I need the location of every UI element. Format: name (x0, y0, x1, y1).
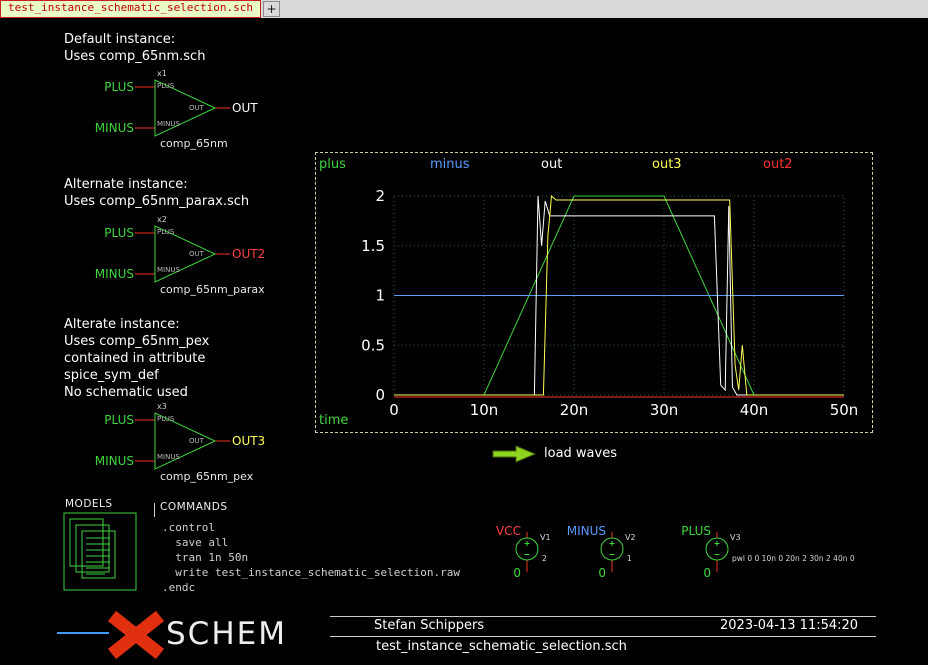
tab-label: test_instance_schematic_selection.sch (8, 1, 253, 14)
net-label-plus: PLUS (78, 226, 134, 240)
xschem-logo-text: SCHEM (166, 616, 287, 652)
net-label-out: OUT (232, 101, 258, 115)
note-line: Default instance: (64, 31, 205, 48)
filename-text: test_instance_schematic_selection.sch (376, 639, 627, 654)
legend-out3: out3 (652, 157, 682, 172)
legend-out2: out2 (763, 157, 793, 172)
pin-label-minus: MINUS (157, 453, 180, 461)
commands-label: COMMANDS (160, 501, 228, 513)
note-alternate-instance: Alternate instance: Uses comp_65nm_parax… (64, 176, 249, 210)
note-line: Uses comp_65nm_pex (64, 333, 209, 350)
net-label-gnd: 0 (497, 566, 521, 580)
pin-label-minus: MINUS (157, 266, 180, 274)
titleblock-line-bottom (330, 636, 876, 637)
net-label-out3: OUT3 (232, 434, 265, 448)
source-name: V2 (625, 533, 636, 542)
net-label-minus: MINUS (78, 454, 134, 468)
note-line: Uses comp_65nm_parax.sch (64, 193, 249, 210)
x-tick-label: 50n (830, 401, 859, 419)
symbol-name: comp_65nm_parax (160, 283, 265, 296)
net-label-gnd: 0 (687, 566, 711, 580)
comparator-x3[interactable]: PLUS MINUS OUT3 x3 PLUS MINUS OUT comp_6… (100, 401, 285, 486)
symbol-name: comp_65nm_pex (160, 470, 253, 483)
new-tab-button[interactable]: + (263, 1, 280, 17)
symbol-name: comp_65nm (160, 137, 228, 150)
net-label-plus: PLUS (78, 80, 134, 94)
note-line: contained in attribute (64, 350, 209, 367)
tab-schematic[interactable]: test_instance_schematic_selection.sch (0, 0, 261, 18)
models-label: MODELS (65, 498, 113, 510)
waveform-graph[interactable]: 0 10n 20n 30n 40n 50n 0 0.5 1 1.5 2 plus minus out out… (315, 152, 873, 433)
x-axis-label: time (319, 413, 348, 428)
datetime-text: 2023-04-13 11:54:20 (720, 618, 858, 633)
x-tick-label: 0 (389, 401, 399, 419)
arrow-icon (492, 444, 538, 464)
x-tick-label: 30n (650, 401, 679, 419)
note-default-instance: Default instance: Uses comp_65nm.sch (64, 31, 205, 65)
note-line: No schematic used (64, 384, 209, 401)
author-text: Stefan Schippers (374, 618, 484, 633)
titleblock-line-top (330, 616, 876, 617)
models-document-icon (63, 512, 139, 592)
load-waves-label: load waves (544, 446, 617, 461)
pin-label-out: OUT (189, 104, 204, 112)
legend-plus: plus (319, 157, 346, 172)
commands-block[interactable]: COMMANDS .control save all tran 1n 50n w… (150, 498, 510, 598)
y-tick-label: 1.5 (361, 237, 385, 255)
pin-label-minus: MINUS (157, 120, 180, 128)
net-label-vcc: VCC (463, 524, 521, 538)
spice-commands-text: .control save all tran 1n 50n write test… (162, 520, 460, 595)
comparator-x2[interactable]: PLUS MINUS OUT2 x2 PLUS MINUS OUT comp_6… (100, 214, 285, 299)
note-line: Uses comp_65nm.sch (64, 48, 205, 65)
legend-out: out (541, 157, 562, 172)
commands-tick-line (154, 503, 155, 517)
net-label-minus: MINUS (548, 524, 606, 538)
source-value: 1 (627, 554, 632, 563)
xschem-logo-icon (104, 610, 168, 660)
note-line: Alterate instance: (64, 316, 209, 333)
net-label-out2: OUT2 (232, 247, 265, 261)
instance-name: x1 (157, 69, 167, 78)
note-line: Alternate instance: (64, 176, 249, 193)
net-label-plus: PLUS (78, 413, 134, 427)
instance-name: x2 (157, 215, 167, 224)
x-tick-label: 40n (740, 401, 769, 419)
y-tick-label: 1 (375, 287, 385, 305)
logo-underline (57, 632, 109, 634)
pin-label-plus: PLUS (157, 82, 174, 90)
x-tick-label: 10n (470, 401, 499, 419)
tab-bar: test_instance_schematic_selection.sch + (0, 0, 928, 18)
source-value: pwl 0 0 10n 0 20n 2 30n 2 40n 0 (732, 554, 855, 563)
pin-label-out: OUT (189, 437, 204, 445)
source-name: V3 (730, 533, 741, 542)
net-label-plus: PLUS (653, 524, 711, 538)
note-line: spice_sym_def (64, 367, 209, 384)
x-tick-label: 20n (560, 401, 589, 419)
y-tick-label: 0 (375, 386, 385, 404)
pin-label-plus: PLUS (157, 228, 174, 236)
y-tick-label: 0.5 (361, 336, 385, 354)
pin-label-out: OUT (189, 250, 204, 258)
pin-label-plus: PLUS (157, 415, 174, 423)
net-label-gnd: 0 (582, 566, 606, 580)
net-label-minus: MINUS (78, 267, 134, 281)
load-waves-launcher[interactable]: load waves (492, 444, 672, 466)
models-block[interactable]: MODELS (63, 496, 143, 596)
y-tick-label: 2 (375, 187, 385, 205)
note-alterate-instance: Alterate instance: Uses comp_65nm_pex co… (64, 316, 209, 401)
net-label-minus: MINUS (78, 121, 134, 135)
vsource-v3[interactable]: PLUS V3 pwl 0 0 10n 0 20n 2 30n 2 40n 0 … (677, 524, 807, 586)
legend-minus: minus (430, 157, 470, 172)
instance-name: x3 (157, 402, 167, 411)
waveform-plot: 0 10n 20n 30n 40n 50n 0 0.5 1 1.5 2 (316, 153, 872, 432)
source-value: 2 (542, 554, 547, 563)
comparator-x1[interactable]: PLUS MINUS OUT x1 PLUS MINUS OUT comp_65… (100, 68, 285, 153)
